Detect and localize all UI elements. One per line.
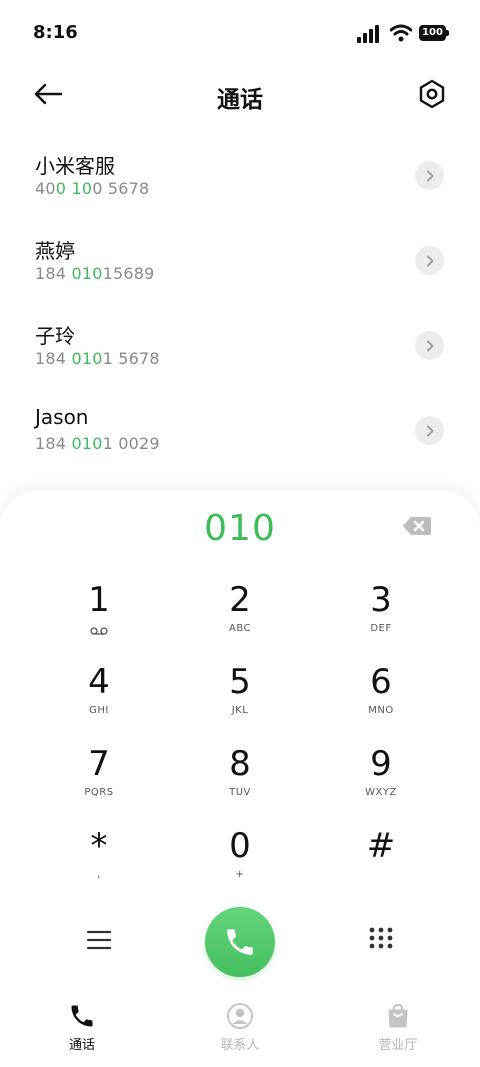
contact-detail-button[interactable] bbox=[415, 416, 444, 445]
contact-number: 400 100 5678 bbox=[35, 179, 150, 198]
key-5[interactable]: 5 JKL bbox=[180, 662, 300, 736]
battery-icon: 100 bbox=[419, 25, 449, 41]
key-6[interactable]: 6 MNO bbox=[321, 662, 441, 736]
nav-item-contacts[interactable]: 联系人 bbox=[195, 998, 285, 1058]
key-2[interactable]: 2 ABC bbox=[180, 580, 300, 654]
contact-number: 184 0101 5678 bbox=[35, 349, 160, 368]
wifi-icon bbox=[390, 24, 412, 42]
contact-name: 小米客服 bbox=[35, 154, 115, 178]
page-title: 通话 bbox=[217, 87, 263, 113]
contact-item[interactable]: 小米客服 400 100 5678 bbox=[0, 134, 480, 219]
key-8[interactable]: 8 TUV bbox=[180, 744, 300, 818]
nav-item-calls[interactable]: 通话 bbox=[37, 998, 127, 1058]
signal-icon bbox=[357, 25, 379, 43]
menu-button[interactable] bbox=[80, 922, 118, 958]
nav-label: 通话 bbox=[68, 1038, 95, 1053]
status-time: 8:16 bbox=[33, 22, 78, 43]
call-button[interactable] bbox=[205, 907, 275, 977]
contact-number: 184 0101 0029 bbox=[35, 434, 160, 453]
key-9[interactable]: 9 WXYZ bbox=[321, 744, 441, 818]
key-3[interactable]: 3 DEF bbox=[321, 580, 441, 654]
nav-item-store[interactable]: 营业厅 bbox=[353, 998, 443, 1058]
phone-icon bbox=[227, 929, 253, 955]
contact-icon bbox=[227, 1003, 253, 1029]
contact-name: Jason bbox=[35, 405, 89, 429]
chevron-right-icon bbox=[426, 170, 433, 181]
chevron-right-icon bbox=[426, 255, 433, 266]
chevron-right-icon bbox=[426, 340, 433, 351]
header: 通话 bbox=[0, 64, 480, 124]
nav-label: 营业厅 bbox=[378, 1038, 418, 1053]
bottom-nav: 通话 联系人 营业厅 bbox=[0, 998, 480, 1067]
settings-button[interactable] bbox=[410, 74, 454, 114]
contact-name: 子玲 bbox=[35, 324, 75, 348]
voicemail-icon bbox=[90, 627, 108, 635]
chevron-right-icon bbox=[426, 425, 433, 436]
contact-name: 燕婷 bbox=[35, 239, 75, 263]
battery-level: 100 bbox=[422, 27, 443, 38]
key-1[interactable]: 1 bbox=[39, 580, 159, 654]
bag-icon bbox=[388, 1003, 408, 1028]
phone-icon bbox=[71, 1005, 93, 1027]
contact-item[interactable]: 子玲 184 0101 5678 bbox=[0, 304, 480, 389]
contact-number: 184 01015689 bbox=[35, 264, 155, 283]
contact-item[interactable]: Jason 184 0101 0029 bbox=[0, 389, 480, 474]
nav-label: 联系人 bbox=[220, 1038, 260, 1053]
contact-detail-button[interactable] bbox=[415, 246, 444, 275]
contact-item[interactable]: 燕婷 184 01015689 bbox=[0, 219, 480, 304]
dialpad-icon bbox=[369, 927, 393, 949]
dialer-action-row bbox=[0, 906, 480, 978]
key-star[interactable]: * , bbox=[39, 826, 159, 900]
status-bar: 8:16 100 bbox=[0, 0, 480, 64]
dialer-panel: 010 1 2 ABC 3 DEF 4 GHI 5 JKL 6 MNO 7 PQ… bbox=[0, 490, 480, 1067]
key-hash[interactable]: # bbox=[321, 826, 441, 900]
keypad-toggle-button[interactable] bbox=[362, 922, 400, 958]
settings-hexagon-icon bbox=[419, 79, 445, 109]
contact-detail-button[interactable] bbox=[415, 161, 444, 190]
contact-list: 小米客服 400 100 5678 燕婷 184 01015689 子玲 184… bbox=[0, 134, 480, 474]
backspace-button[interactable] bbox=[402, 516, 434, 538]
key-0[interactable]: 0 + bbox=[180, 826, 300, 900]
key-4[interactable]: 4 GHI bbox=[39, 662, 159, 736]
key-7[interactable]: 7 PQRS bbox=[39, 744, 159, 818]
menu-icon bbox=[86, 930, 112, 950]
backspace-icon bbox=[403, 517, 431, 535]
contact-detail-button[interactable] bbox=[415, 331, 444, 360]
